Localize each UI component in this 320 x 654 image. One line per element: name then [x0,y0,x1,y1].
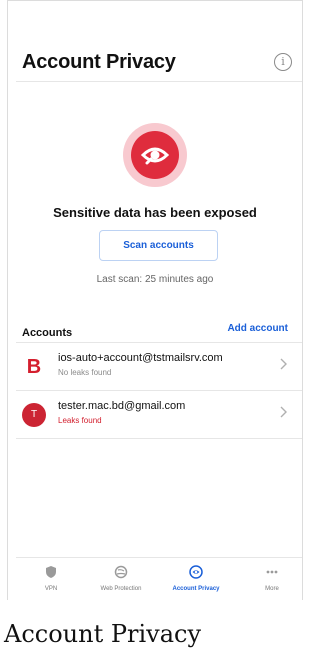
divider [16,390,302,391]
tab-label: Web Protection [100,586,142,592]
account-avatar: B [26,356,42,378]
account-status: No leaks found [58,368,112,377]
divider [16,342,302,343]
scan-accounts-button[interactable]: Scan accounts [99,230,218,261]
add-account-link[interactable]: Add account [227,323,288,334]
tab-label: More [265,586,279,592]
tab-vpn[interactable]: VPN [16,565,86,592]
chevron-right-icon [280,406,287,418]
tab-label: VPN [44,586,58,592]
eye-icon [189,565,203,579]
status-hero: Sensitive data has been exposed [8,123,302,220]
tab-label: Account Privacy [172,586,220,592]
header-divider [16,81,302,82]
divider [16,438,302,439]
tab-more[interactable]: More [237,565,307,592]
screen-caption: Account Privacy [4,620,202,648]
chevron-right-icon [280,358,287,370]
last-scan-text: Last scan: 25 minutes ago [96,274,214,285]
account-row[interactable]: B ios-auto+account@tstmailsrv.com No lea… [16,344,302,390]
accounts-section-header: Accounts Add account [22,323,288,339]
exposed-eye-icon [123,123,187,187]
account-email: tester.mac.bd@gmail.com [58,400,186,412]
account-email: ios-auto+account@tstmailsrv.com [58,352,223,364]
exposure-headline: Sensitive data has been exposed [53,205,257,220]
tab-account-privacy[interactable]: Account Privacy [161,565,231,592]
page-title: Account Privacy [22,51,176,73]
accounts-title: Accounts [22,327,73,339]
shield-icon [46,566,56,578]
tab-bar: VPN Web Protection Account Privacy More [16,557,302,602]
tab-web-protection[interactable]: Web Protection [86,565,156,592]
account-row[interactable]: T tester.mac.bd@gmail.com Leaks found [16,392,302,438]
account-avatar: T [22,403,46,427]
header: Account Privacy i [22,51,292,79]
globe-shield-icon [114,565,128,579]
app-screen: Account Privacy i Sensitive data has bee… [7,0,303,600]
info-icon[interactable]: i [274,53,292,71]
account-status: Leaks found [58,416,102,425]
more-dots-icon [266,570,278,574]
